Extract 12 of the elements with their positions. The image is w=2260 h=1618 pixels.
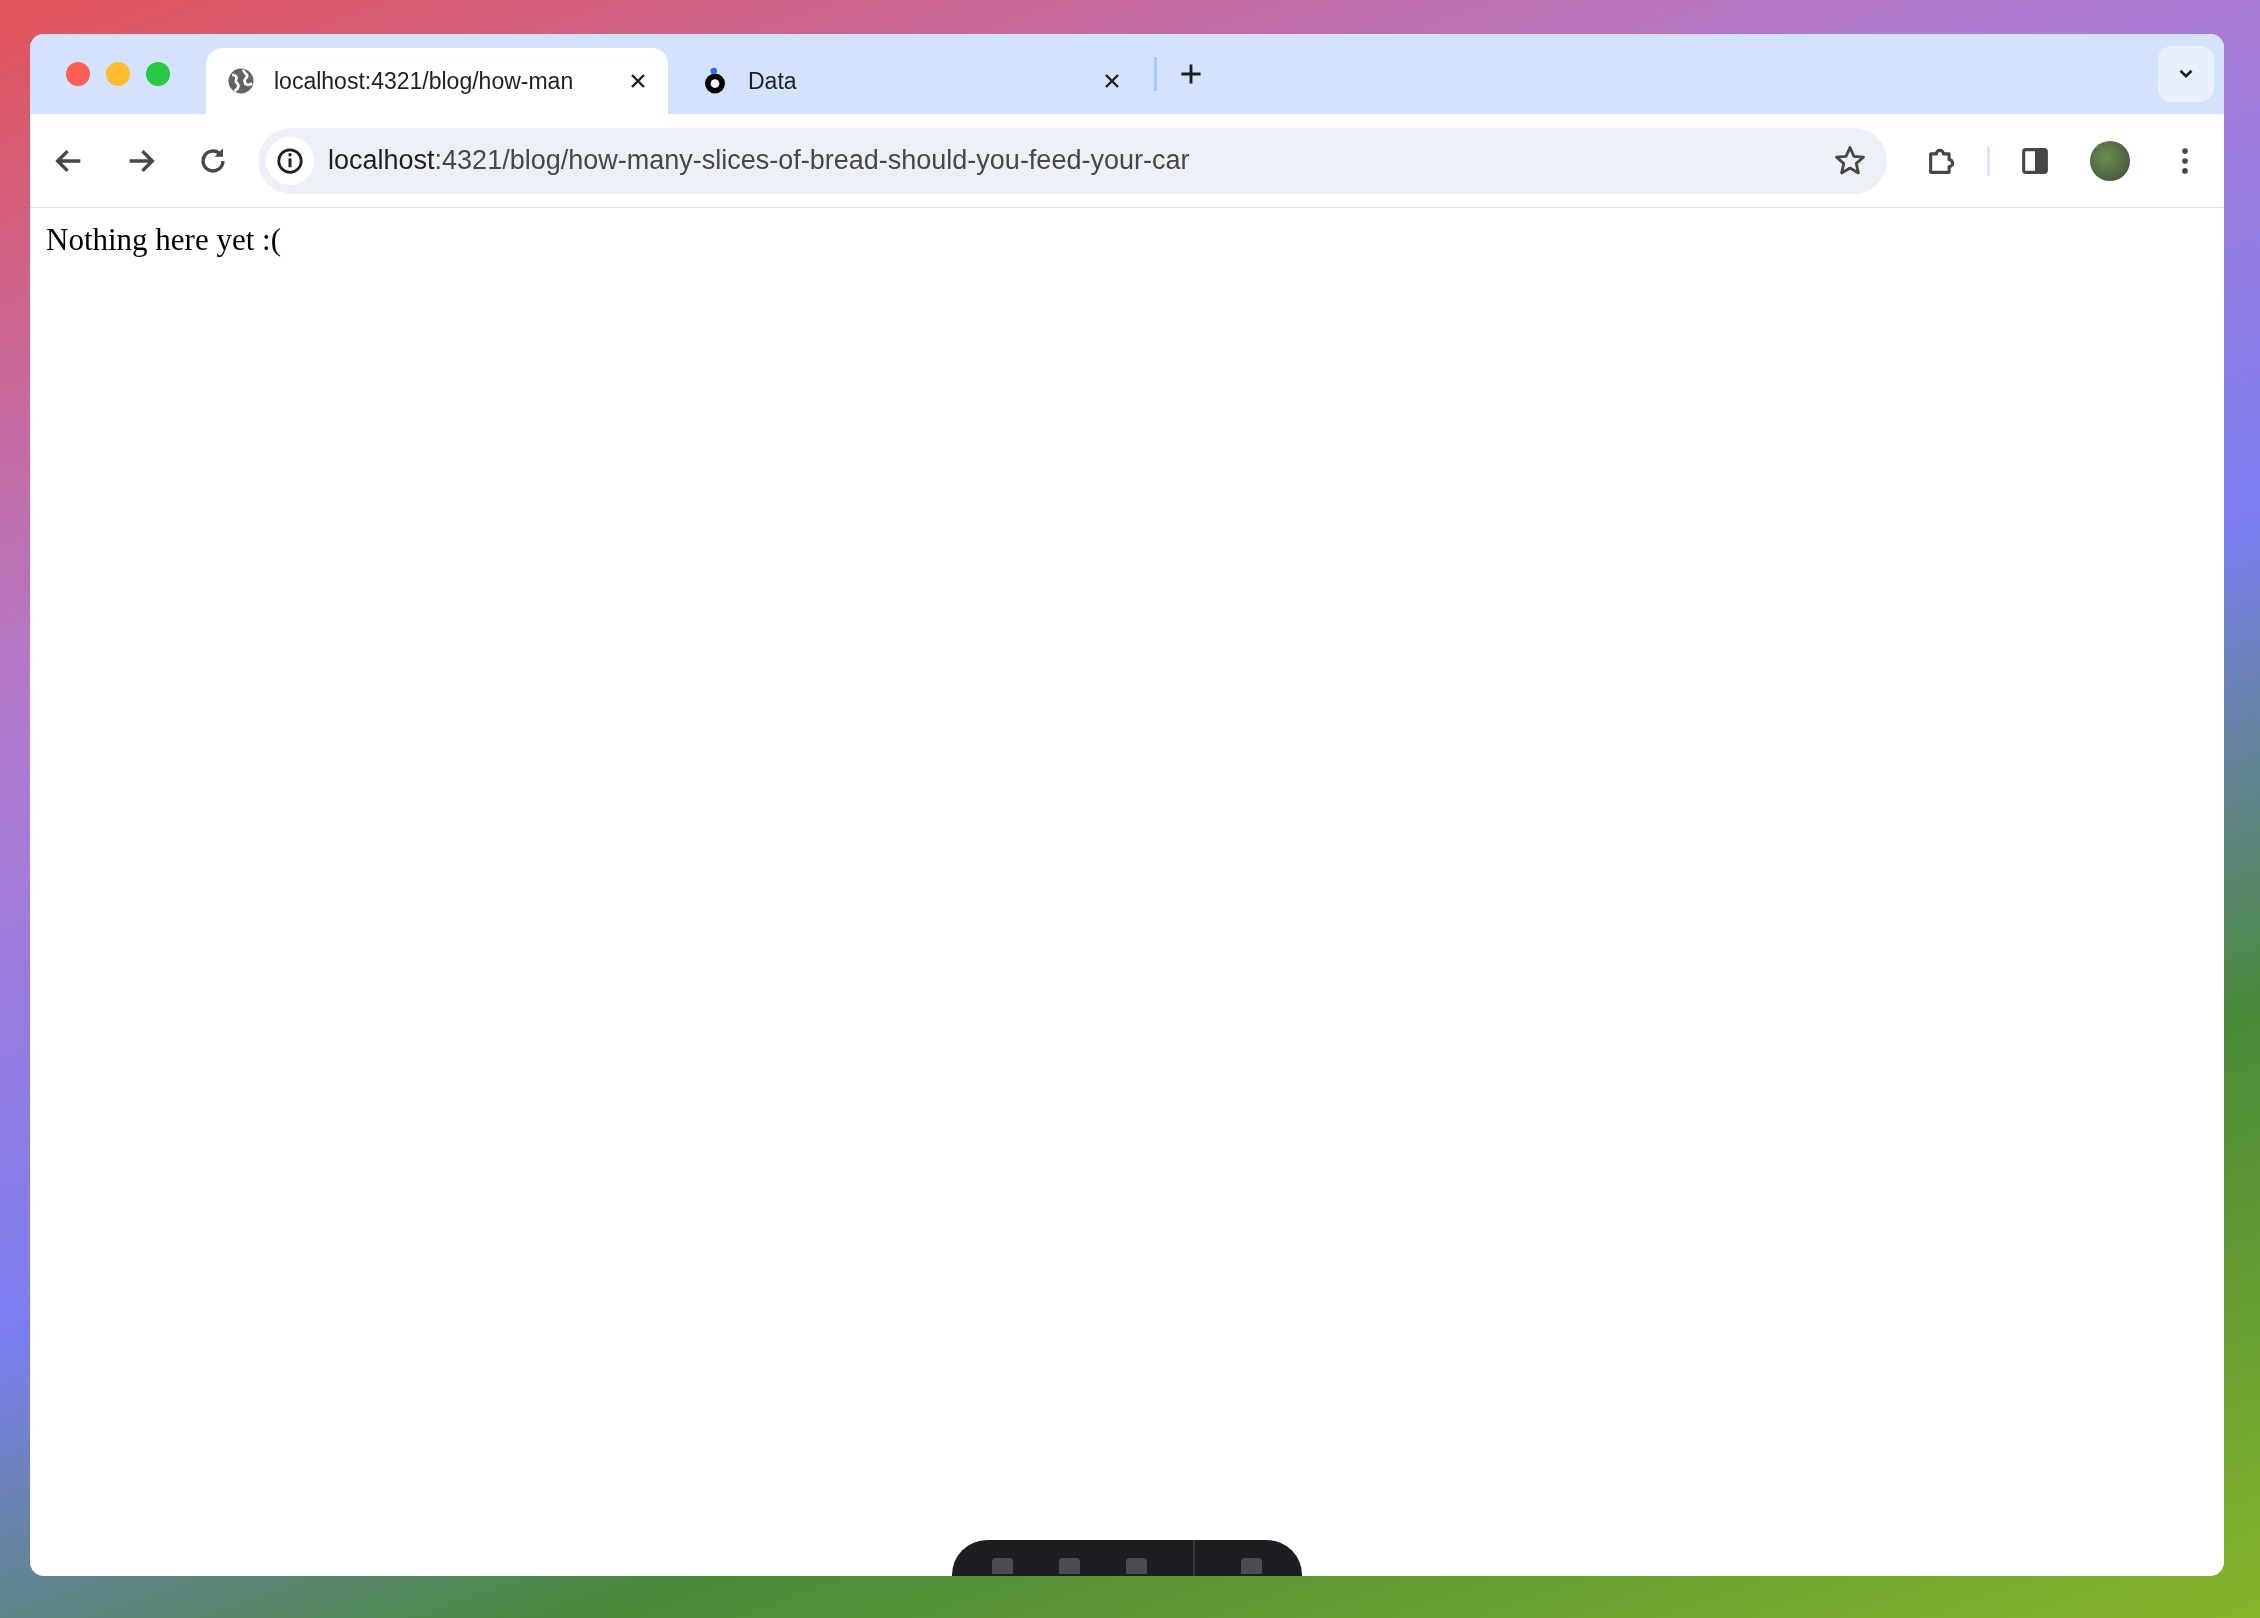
address-bar[interactable]: localhost:4321/blog/how-many-slices-of-bread-should-you-feed-your-car <box>258 127 1887 194</box>
browser-tab[interactable]: Data <box>680 48 1142 114</box>
site-info-button[interactable] <box>266 136 314 185</box>
tab-title: Data <box>748 67 798 95</box>
new-tab-icon[interactable] <box>1179 62 1203 86</box>
globe-icon <box>226 66 256 96</box>
url-text: localhost:4321/blog/how-many-slices-of-bread-should-you-feed-your-car <box>328 145 1190 176</box>
info-icon <box>275 145 305 176</box>
browser-tab[interactable]: localhost:4321/blog/how-man <box>206 48 668 114</box>
tab-title: localhost:4321/blog/how-man <box>274 67 575 95</box>
page-message: Nothing here yet :( <box>45 221 282 259</box>
profile-avatar[interactable] <box>2090 140 2130 181</box>
